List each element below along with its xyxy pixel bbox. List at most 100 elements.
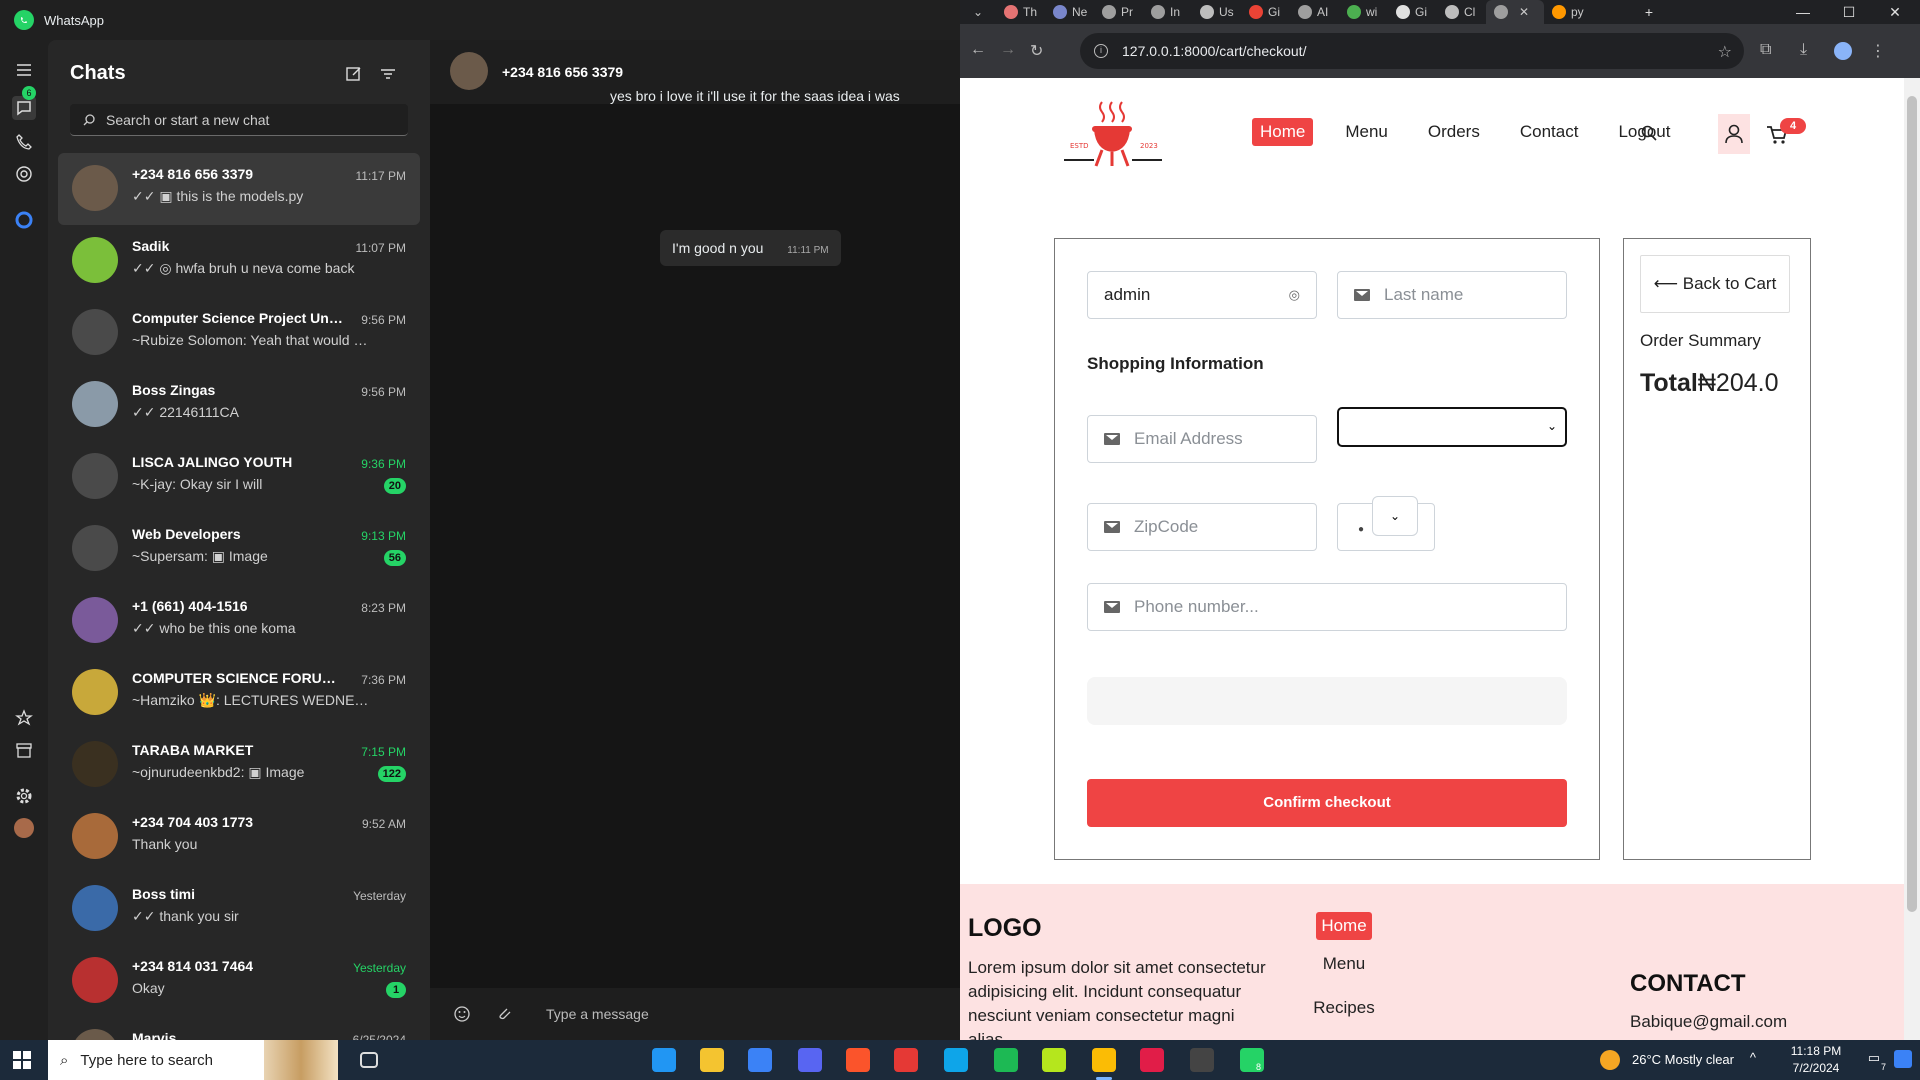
terminal-icon[interactable]: [1190, 1048, 1214, 1072]
minimize-icon[interactable]: —: [1780, 0, 1826, 24]
meta-ai-icon[interactable]: [12, 208, 36, 232]
starred-icon[interactable]: [12, 706, 36, 730]
notifications-icon[interactable]: ▭: [1868, 1050, 1880, 1066]
weather-moon-icon[interactable]: [1600, 1050, 1620, 1070]
chat-list-item[interactable]: Boss timi ✓✓ thank you sir Yesterday: [58, 873, 420, 945]
first-name-field[interactable]: admin ◎: [1087, 271, 1317, 319]
clock-date[interactable]: 7/2/2024: [1786, 1061, 1846, 1075]
browser-tab[interactable]: AI: [1290, 0, 1339, 24]
nav-link-menu[interactable]: Menu: [1337, 118, 1396, 146]
chat-search-input[interactable]: Search or start a new chat: [70, 104, 408, 136]
spotify-icon[interactable]: [994, 1048, 1018, 1072]
profile-avatar[interactable]: [12, 816, 36, 840]
taskbar-search-input[interactable]: ⌕ Type here to search: [48, 1040, 338, 1080]
browser-tab[interactable]: Us: [1192, 0, 1241, 24]
chat-list-item[interactable]: Marvis 6/25/2024: [58, 1017, 420, 1040]
store-icon[interactable]: [748, 1048, 772, 1072]
edge-icon[interactable]: [944, 1048, 968, 1072]
browser-tab[interactable]: Pr: [1094, 0, 1143, 24]
close-tab-icon[interactable]: ✕: [1519, 5, 1529, 19]
forward-icon[interactable]: →: [1000, 41, 1020, 61]
settings-icon[interactable]: [12, 784, 36, 808]
site-info-icon[interactable]: i: [1094, 44, 1108, 58]
file-explorer-icon[interactable]: [700, 1048, 724, 1072]
new-tab-icon[interactable]: +: [1626, 0, 1672, 24]
bookmark-star-icon[interactable]: ☆: [1718, 42, 1732, 62]
chat-list-item[interactable]: +1 (661) 404-1516 ✓✓ who be this one koma…: [58, 585, 420, 657]
tab-active[interactable]: ✕: [1486, 0, 1544, 24]
status-icon[interactable]: [12, 162, 36, 186]
chrome-icon[interactable]: [1092, 1048, 1116, 1072]
chat-list-item[interactable]: Sadik ✓✓ ◎ hwfa bruh u neva come back 11:0…: [58, 225, 420, 297]
maximize-icon[interactable]: ☐: [1826, 0, 1872, 24]
site-search-icon[interactable]: [1640, 124, 1658, 142]
quantity-select[interactable]: ● ⌄: [1337, 496, 1435, 551]
downloads-icon[interactable]: ⤓: [1800, 41, 1820, 61]
phone-field[interactable]: Phone number...: [1087, 583, 1567, 631]
vscode-icon[interactable]: [652, 1048, 676, 1072]
chat-list-item[interactable]: +234 816 656 3379 ✓✓ ▣ this is the models…: [58, 153, 420, 225]
confirm-checkout-button[interactable]: Confirm checkout: [1087, 779, 1567, 827]
chevron-down-icon[interactable]: ⌄: [1372, 496, 1418, 536]
browser-tab[interactable]: py: [1544, 0, 1593, 24]
menu-icon[interactable]: [12, 58, 36, 82]
back-to-cart-button[interactable]: ⟵ Back to Cart: [1640, 255, 1790, 313]
browser-tab[interactable]: wi: [1339, 0, 1388, 24]
nav-link-contact[interactable]: Contact: [1512, 118, 1587, 146]
browser-profile-avatar[interactable]: [1834, 42, 1852, 60]
tab-search-icon[interactable]: ⌄: [960, 0, 996, 24]
pycharm-icon[interactable]: [1042, 1048, 1066, 1072]
attach-icon[interactable]: [494, 1004, 514, 1024]
browser-tab[interactable]: Cl: [1437, 0, 1486, 24]
tray-chevron-icon[interactable]: ^: [1750, 1050, 1756, 1065]
site-logo[interactable]: ESTD 2023: [1062, 100, 1162, 180]
figma-icon[interactable]: [894, 1048, 918, 1072]
chat-list-item[interactable]: Web Developers ~Supersam: ▣ Image 9:13 PM 5…: [58, 513, 420, 585]
new-chat-icon[interactable]: [344, 64, 364, 84]
task-view-icon[interactable]: [360, 1052, 378, 1068]
browser-tab[interactable]: In: [1143, 0, 1192, 24]
copilot-icon[interactable]: [1894, 1050, 1912, 1068]
address-bar[interactable]: i 127.0.0.1:8000/cart/checkout/ ☆: [1080, 33, 1744, 69]
chats-nav-icon[interactable]: [12, 96, 36, 120]
browser-tab[interactable]: Gi: [1241, 0, 1290, 24]
back-icon[interactable]: ←: [970, 41, 990, 61]
brave-icon[interactable]: [846, 1048, 870, 1072]
browser-tab[interactable]: Ne: [1045, 0, 1094, 24]
chat-list-item[interactable]: +234 704 403 1773 Thank you 9:52 AM: [58, 801, 420, 873]
chat-list-item[interactable]: TARABA MARKET ~ojnurudeenkbd2: ▣ Image 7:1…: [58, 729, 420, 801]
weather-text[interactable]: 26°C Mostly clear: [1632, 1052, 1734, 1067]
windows-start-icon[interactable]: [12, 1050, 32, 1070]
archive-icon[interactable]: [12, 738, 36, 762]
browser-tab[interactable]: Th: [996, 0, 1045, 24]
footer-link-home[interactable]: Home: [1316, 912, 1372, 940]
reload-icon[interactable]: ↻: [1030, 41, 1050, 61]
zipcode-field[interactable]: ZipCode: [1087, 503, 1317, 551]
chat-list-item[interactable]: Boss Zingas ✓✓ 22146111CA 9:56 PM: [58, 369, 420, 441]
browser-tab[interactable]: Gi: [1388, 0, 1437, 24]
calls-icon[interactable]: [12, 130, 36, 154]
footer-email[interactable]: Babique@gmail.com: [1630, 1012, 1787, 1032]
page-scrollbar-thumb[interactable]: [1907, 96, 1917, 912]
nav-link-home[interactable]: Home: [1252, 118, 1314, 146]
emoji-icon[interactable]: [452, 1004, 472, 1024]
filter-icon[interactable]: [378, 64, 398, 84]
extensions-icon[interactable]: ⧉: [1760, 41, 1780, 61]
chat-list-item[interactable]: LISCA JALINGO YOUTH ~K-jay: Okay sir I wi…: [58, 441, 420, 513]
country-select[interactable]: ⌄: [1337, 407, 1567, 447]
autofill-user-icon[interactable]: ◎: [1289, 287, 1300, 303]
discord-icon[interactable]: [798, 1048, 822, 1072]
conversation-avatar[interactable]: [450, 52, 488, 90]
chat-list-item[interactable]: Computer Science Project Und... ~Rubize S…: [58, 297, 420, 369]
email-field[interactable]: Email Address: [1087, 415, 1317, 463]
message-input[interactable]: Type a message: [546, 1006, 649, 1022]
footer-link-menu[interactable]: Menu: [1304, 954, 1384, 974]
last-name-field[interactable]: Last name: [1337, 271, 1567, 319]
chat-list-item[interactable]: COMPUTER SCIENCE FORUM 2... ~Hamziko 👑: L…: [58, 657, 420, 729]
user-account-icon[interactable]: [1718, 114, 1750, 154]
browser-menu-icon[interactable]: ⋮: [1870, 41, 1890, 61]
chat-list-item[interactable]: +234 814 031 7464 Okay Yesterday 1: [58, 945, 420, 1017]
opera-icon[interactable]: [1140, 1048, 1164, 1072]
close-window-icon[interactable]: ✕: [1872, 0, 1918, 24]
nav-link-orders[interactable]: Orders: [1420, 118, 1488, 146]
